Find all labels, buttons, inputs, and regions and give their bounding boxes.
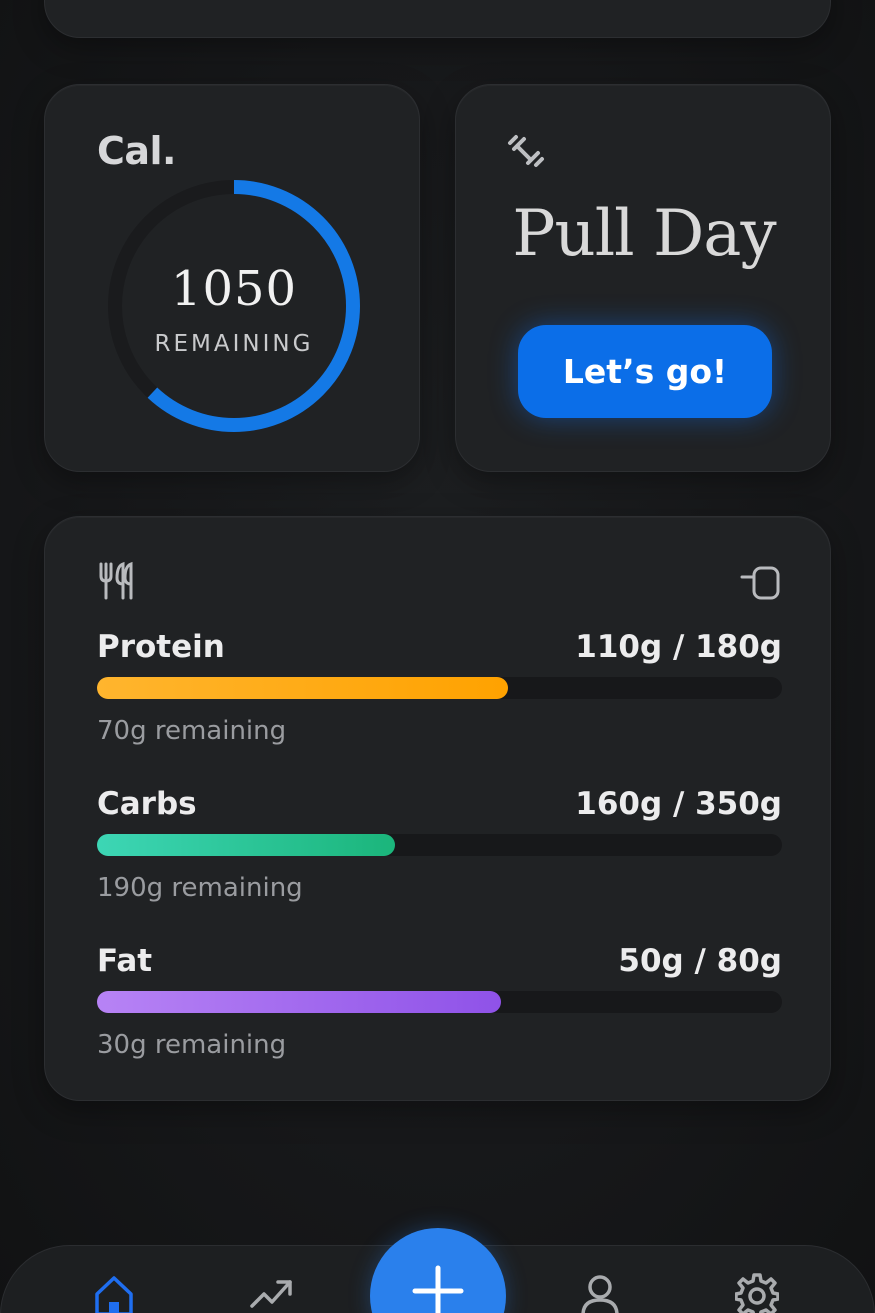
fork-knife-icon bbox=[99, 561, 133, 600]
macros-card: Protein 110g / 180g 70g remaining Carbs … bbox=[44, 516, 831, 1101]
dumbbell-icon bbox=[508, 135, 544, 167]
macro-bar-track bbox=[97, 677, 782, 699]
app-screen: Cal. 1050 REMAINING Pull Day Let’s go! P… bbox=[0, 0, 875, 1313]
macro-row-carbs: Carbs 160g / 350g 190g remaining bbox=[97, 786, 782, 926]
macro-remaining: 190g remaining bbox=[97, 873, 303, 903]
macro-name: Protein bbox=[97, 629, 225, 665]
calories-remaining-value: 1050 bbox=[170, 261, 298, 317]
calories-remaining-label: REMAINING bbox=[154, 331, 314, 357]
macro-row-fat: Fat 50g / 80g 30g remaining bbox=[97, 943, 782, 1083]
macro-remaining: 30g remaining bbox=[97, 1030, 287, 1060]
trends-icon[interactable] bbox=[250, 1272, 294, 1313]
macro-remaining: 70g remaining bbox=[97, 716, 287, 746]
macro-bar-fill bbox=[97, 834, 395, 856]
macro-name: Fat bbox=[97, 943, 153, 979]
macro-bar-fill bbox=[97, 991, 502, 1013]
macro-bar-track bbox=[97, 834, 782, 856]
calories-card[interactable]: Cal. 1050 REMAINING bbox=[44, 84, 420, 472]
top-card bbox=[44, 0, 831, 38]
add-button[interactable] bbox=[370, 1228, 506, 1313]
workout-title: Pull Day bbox=[512, 197, 776, 271]
macro-bar-fill bbox=[97, 677, 508, 699]
macro-row-protein: Protein 110g / 180g 70g remaining bbox=[97, 629, 782, 769]
add-icon bbox=[412, 1265, 464, 1313]
settings-icon[interactable] bbox=[735, 1272, 779, 1313]
macro-amount: 110g / 180g bbox=[575, 629, 782, 665]
macro-name: Carbs bbox=[97, 786, 197, 822]
home-icon[interactable] bbox=[92, 1272, 136, 1313]
workout-card: Pull Day Let’s go! bbox=[455, 84, 831, 472]
macro-amount: 160g / 350g bbox=[575, 786, 782, 822]
lets-go-button[interactable]: Let’s go! bbox=[518, 325, 772, 418]
calories-title: Cal. bbox=[97, 129, 177, 173]
expand-icon[interactable] bbox=[740, 563, 782, 603]
profile-icon[interactable] bbox=[578, 1272, 622, 1313]
macro-amount: 50g / 80g bbox=[618, 943, 782, 979]
macro-bar-track bbox=[97, 991, 782, 1013]
